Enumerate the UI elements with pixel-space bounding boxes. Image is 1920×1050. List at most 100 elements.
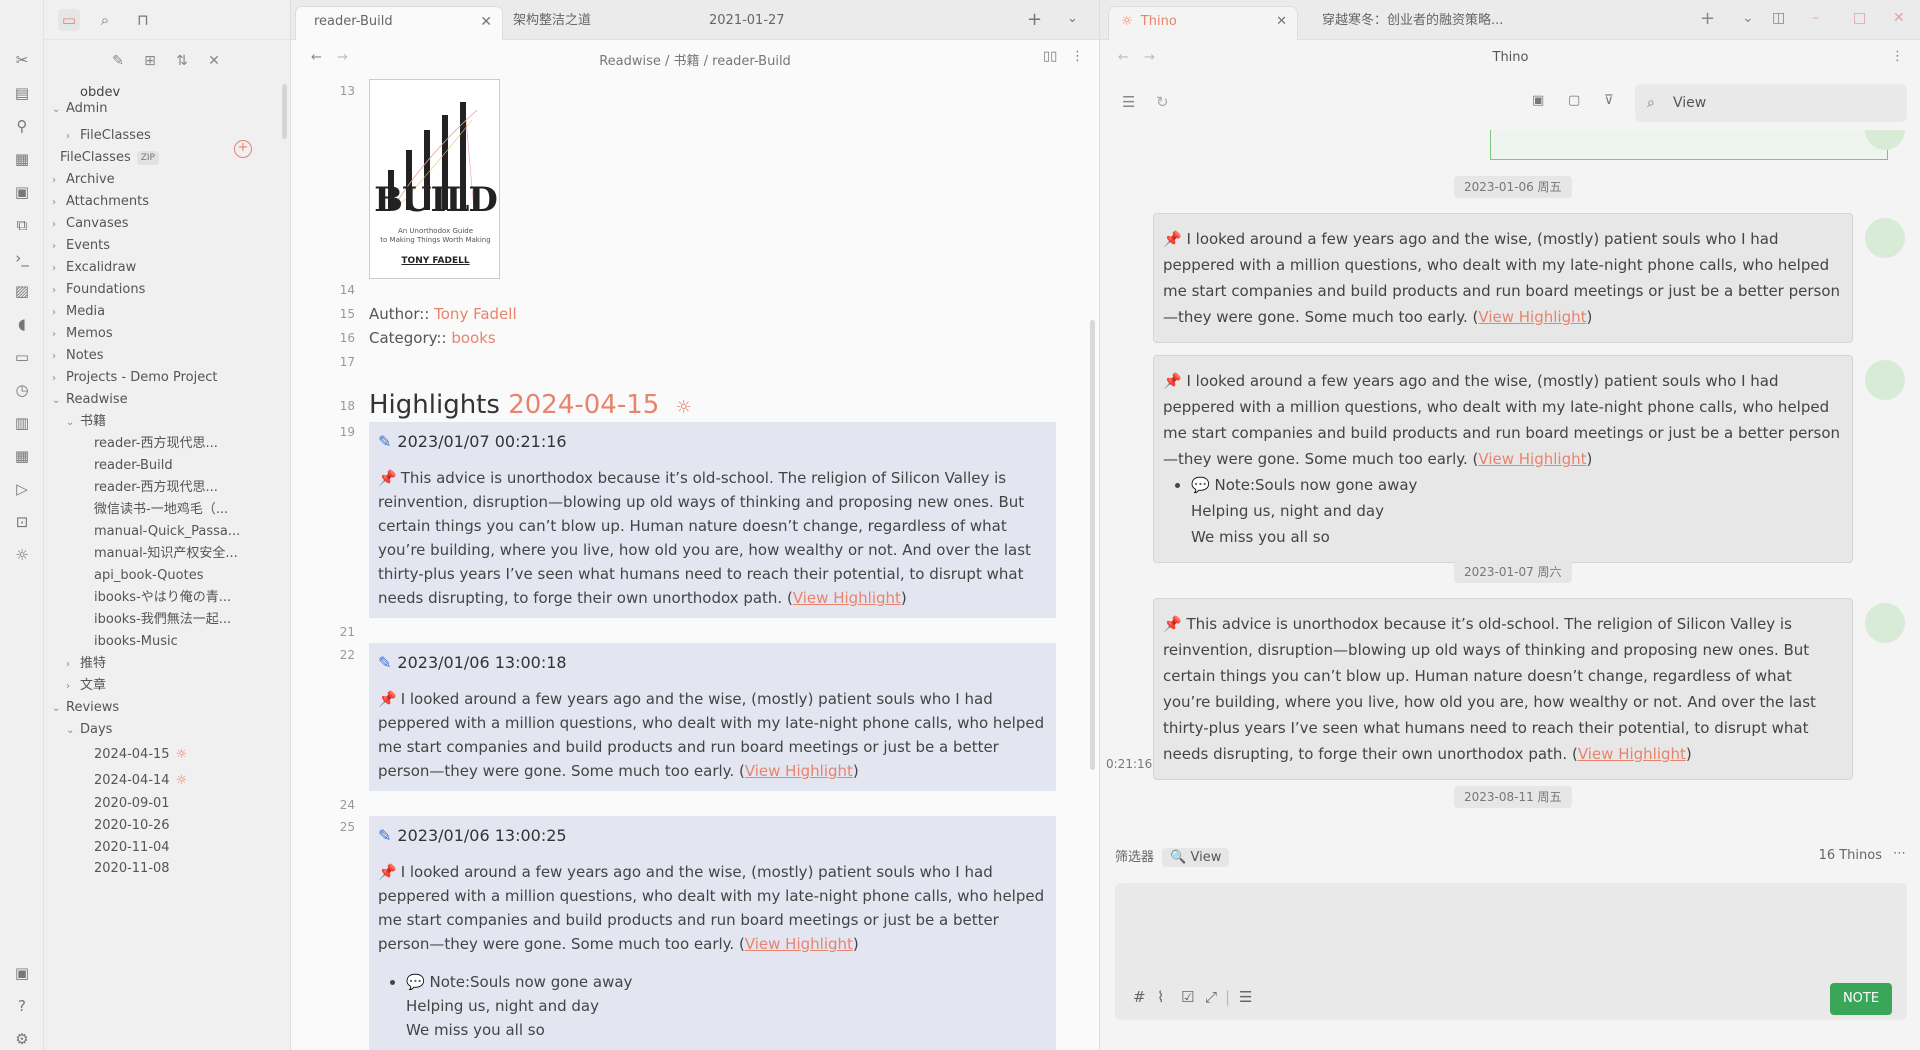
- tree-item[interactable]: 微信读书-一地鸡毛（...: [94, 499, 228, 521]
- menu-icon[interactable]: ☰: [1122, 93, 1135, 111]
- close-icon[interactable]: ✕: [480, 7, 492, 37]
- clock-icon[interactable]: ◷: [11, 379, 33, 401]
- sort-icon[interactable]: ⇅: [171, 50, 193, 72]
- tree-item[interactable]: › Projects - Demo Project: [52, 367, 217, 389]
- maximize-icon[interactable]: □: [1853, 10, 1866, 26]
- calendar-icon[interactable]: ▣: [1532, 93, 1544, 108]
- pencil-icon[interactable]: ✎: [107, 50, 129, 72]
- collapse-icon[interactable]: ✕: [203, 50, 225, 72]
- play-icon[interactable]: ▷: [11, 478, 33, 500]
- tree-item[interactable]: ibooks-我們無法一起...: [94, 609, 231, 631]
- close-icon[interactable]: ✕: [1276, 7, 1287, 37]
- more-icon[interactable]: ⋯: [1893, 846, 1906, 861]
- refresh-icon[interactable]: ↻: [1156, 93, 1169, 111]
- tree-item[interactable]: reader-Build: [94, 455, 173, 477]
- new-folder-icon[interactable]: ⊞: [139, 50, 161, 72]
- tree-item[interactable]: › Attachments: [52, 191, 149, 213]
- tree-item[interactable]: › Foundations: [52, 279, 145, 301]
- heading-date-link[interactable]: 2024-04-15: [508, 390, 659, 420]
- tree-item[interactable]: FileClasses ZIP: [60, 147, 159, 169]
- thino-card[interactable]: 📌 I looked around a few years ago and th…: [1153, 213, 1853, 343]
- tree-item[interactable]: ⌄ 书籍: [66, 411, 106, 433]
- filter-icon[interactable]: ⊽: [1604, 93, 1614, 108]
- sidebar-scrollbar[interactable]: [282, 84, 287, 139]
- editor-scrollbar[interactable]: [1090, 320, 1095, 770]
- grid-icon[interactable]: ▦: [11, 148, 33, 170]
- tree-item[interactable]: › Memos: [52, 323, 113, 345]
- plus-icon[interactable]: +: [1027, 9, 1042, 30]
- image-icon[interactable]: ▨: [11, 280, 33, 302]
- tree-item[interactable]: 2024-04-14 ☼: [94, 770, 187, 792]
- tree-item[interactable]: 2024-04-15 ☼: [94, 744, 187, 766]
- tree-item[interactable]: manual-知识产权安全...: [94, 543, 238, 565]
- tree-item[interactable]: ⌄ Readwise: [52, 389, 128, 411]
- tree-item[interactable]: ⌄ Days: [66, 719, 112, 741]
- graph-icon[interactable]: ⚲: [11, 115, 33, 137]
- tree-item[interactable]: › 文章: [66, 675, 106, 697]
- tools-icon[interactable]: ✂: [11, 49, 33, 71]
- search-input[interactable]: ⌕ View: [1635, 84, 1907, 122]
- thino-composer[interactable]: # ⌇ ☑ ⤢ | ☰ NOTE: [1115, 883, 1907, 1020]
- author-value[interactable]: Tony Fadell: [434, 305, 516, 323]
- tree-item[interactable]: › Excalidraw: [52, 257, 136, 279]
- tree-item[interactable]: 2020-10-26: [94, 815, 170, 837]
- close-window-icon[interactable]: ✕: [1893, 10, 1905, 26]
- tree-item[interactable]: 2020-09-01: [94, 793, 170, 815]
- bookmark-icon[interactable]: ⊓: [132, 9, 154, 31]
- search-icon[interactable]: ⌕: [94, 9, 116, 31]
- terminal-icon[interactable]: ›_: [11, 247, 33, 269]
- chevron-down-icon[interactable]: ⌄: [1742, 10, 1754, 26]
- settings-icon[interactable]: ⚙: [11, 1028, 33, 1050]
- tree-item[interactable]: ⌄ Admin: [52, 98, 107, 120]
- category-value[interactable]: books: [451, 329, 495, 347]
- thino-card[interactable]: 📌 This advice is unorthodox because it’s…: [1153, 598, 1853, 780]
- folder-icon[interactable]: ▭: [58, 9, 80, 31]
- tree-item[interactable]: reader-西方现代思...: [94, 477, 218, 499]
- comment-icon[interactable]: ▢: [1568, 93, 1580, 108]
- view-highlight-link[interactable]: View Highlight: [1478, 450, 1586, 468]
- note-button[interactable]: NOTE: [1830, 983, 1892, 1015]
- tree-item[interactable]: › Archive: [52, 169, 115, 191]
- tree-item[interactable]: manual-Quick_Passa...: [94, 521, 240, 543]
- tree-item[interactable]: › 推特: [66, 653, 106, 675]
- tree-item[interactable]: › Media: [52, 301, 105, 323]
- add-icon[interactable]: +: [234, 140, 252, 158]
- tab-reader-build[interactable]: reader-Build ✕: [295, 6, 503, 40]
- tab-thino[interactable]: ☼ Thino ✕: [1108, 6, 1298, 40]
- tree-item[interactable]: ibooks-Music: [94, 631, 178, 653]
- tree-item[interactable]: reader-西方现代思...: [94, 433, 218, 455]
- template-icon[interactable]: ▥: [11, 412, 33, 434]
- new-note-icon[interactable]: ▤: [11, 82, 33, 104]
- mic-icon[interactable]: ◖: [11, 313, 33, 335]
- minimize-icon[interactable]: –: [1812, 10, 1819, 26]
- tree-item[interactable]: api_book-Quotes: [94, 565, 203, 587]
- tree-item[interactable]: › FileClasses: [66, 125, 151, 147]
- layout-icon[interactable]: ▭: [11, 346, 33, 368]
- tree-item[interactable]: 2020-11-08: [94, 858, 170, 880]
- tree-item[interactable]: › Canvases: [52, 213, 129, 235]
- help-icon[interactable]: ?: [11, 995, 33, 1017]
- reading-mode-icon[interactable]: ▯▯: [1043, 49, 1057, 64]
- view-highlight-link[interactable]: View Highlight: [1478, 308, 1586, 326]
- tree-item[interactable]: ⌄ Reviews: [52, 697, 119, 719]
- thino-card[interactable]: 📌 I looked around a few years ago and th…: [1153, 355, 1853, 563]
- view-highlight-link[interactable]: View Highlight: [745, 762, 853, 780]
- view-highlight-link[interactable]: View Highlight: [1578, 745, 1686, 763]
- calendar-icon[interactable]: ▣: [11, 181, 33, 203]
- tab-funding[interactable]: 穿越寒冬：创业者的融资策略...: [1310, 6, 1550, 40]
- book-icon[interactable]: ⊡: [11, 511, 33, 533]
- tree-item[interactable]: › Events: [52, 235, 110, 257]
- chevron-down-icon[interactable]: ⌄: [1067, 11, 1078, 26]
- view-highlight-link[interactable]: View Highlight: [745, 935, 853, 953]
- tree-item[interactable]: 2020-11-04: [94, 837, 170, 859]
- tree-item[interactable]: › Notes: [52, 345, 104, 367]
- more-icon[interactable]: ⋮: [1071, 49, 1084, 64]
- tab-architecture[interactable]: 架构整洁之道: [503, 6, 673, 40]
- lightbulb-icon[interactable]: ☼: [11, 544, 33, 566]
- plus-icon[interactable]: +: [1700, 8, 1715, 29]
- paperclip-icon[interactable]: ⌇: [1157, 988, 1164, 1006]
- checklist-icon[interactable]: ☑: [1181, 988, 1194, 1006]
- vault-icon[interactable]: ▣: [11, 962, 33, 984]
- tab-date[interactable]: 2021-01-27: [691, 6, 811, 40]
- table-icon[interactable]: ▦: [11, 445, 33, 467]
